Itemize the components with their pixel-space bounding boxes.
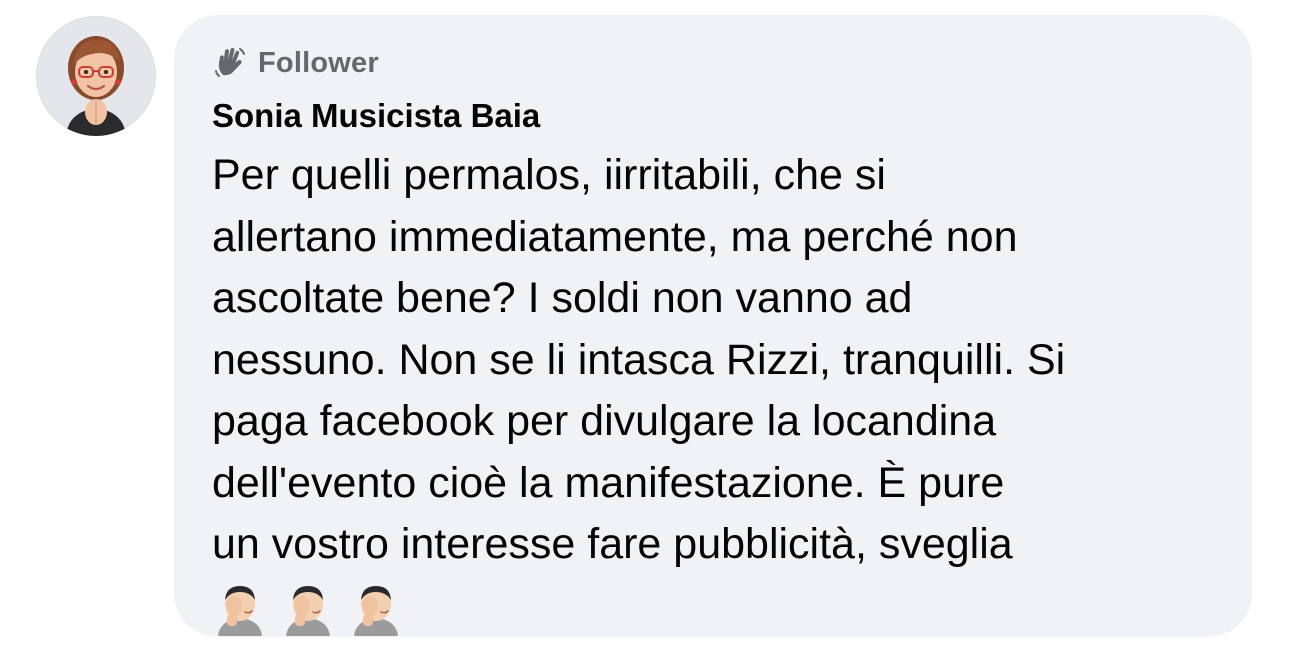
- author-avatar[interactable]: [36, 16, 156, 136]
- badge-label: Follower: [258, 46, 379, 79]
- comment-text: Per quelli permalos, iirritabili, che si…: [212, 151, 1066, 568]
- facepalm-emoji-icon: [212, 580, 268, 636]
- comment-bubble: Follower Sonia Musicista Baia Per quelli…: [174, 15, 1252, 637]
- follower-badge: Follower: [212, 41, 1216, 85]
- waving-hand-icon: [212, 45, 248, 81]
- memoji-avatar-icon: [66, 36, 126, 136]
- emoji-row: [212, 580, 1216, 636]
- facepalm-emoji-icon: [348, 580, 404, 636]
- facepalm-emoji-icon: [280, 580, 336, 636]
- author-name[interactable]: Sonia Musicista Baia: [212, 93, 1216, 139]
